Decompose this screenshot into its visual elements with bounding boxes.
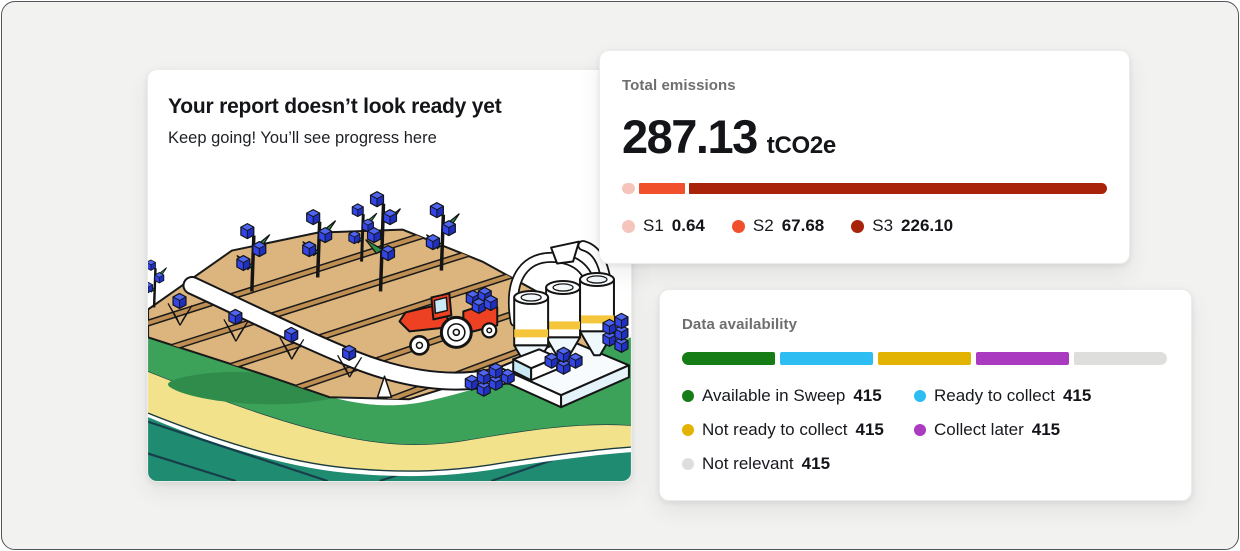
legend-item-s1: S1 0.64 [622,216,705,236]
legend-label: S1 [643,216,664,236]
collect-later-swatch-icon [914,424,926,436]
availability-bar-segment-ready [780,352,873,365]
legend-item-not-relevant: Not relevant 415 [682,454,914,474]
s1-swatch-icon [622,220,635,233]
legend-label: Ready to collect [934,386,1055,406]
legend-item-ready-to-collect: Ready to collect 415 [914,386,1169,406]
legend-label: Not relevant [702,454,794,474]
legend-value: 415 [856,420,884,440]
total-emissions-unit: tCO2e [767,132,836,160]
data-availability-title: Data availability [682,316,1169,333]
availability-bar-segment-collect-later [976,352,1069,365]
legend-label: Collect later [934,420,1024,440]
legend-value: 0.64 [672,216,705,236]
s3-swatch-icon [851,220,864,233]
legend-value: 415 [802,454,830,474]
availability-bar-segment-not-ready [878,352,971,365]
legend-label: Available in Sweep [702,386,845,406]
availability-legend: Available in Sweep 415 Ready to collect … [682,386,1169,474]
emissions-stacked-bar [622,183,1107,194]
total-emissions-value-row: 287.13 tCO2e [622,109,1107,164]
legend-value: 67.68 [782,216,825,236]
legend-item-not-ready-to-collect: Not ready to collect 415 [682,420,914,440]
available-in-sweep-swatch-icon [682,390,694,402]
s2-swatch-icon [732,220,745,233]
emissions-bar-segment-s1 [622,183,635,194]
report-title: Your report doesn’t look ready yet [168,95,611,119]
legend-value: 415 [1032,420,1060,440]
legend-item-available-in-sweep: Available in Sweep 415 [682,386,914,406]
total-emissions-title: Total emissions [622,77,1107,94]
report-subtitle: Keep going! You’ll see progress here [168,129,611,148]
legend-value: 415 [1063,386,1091,406]
availability-stacked-bar [682,352,1169,365]
legend-item-collect-later: Collect later 415 [914,420,1169,440]
report-empty-state-card: Your report doesn’t look ready yet Keep … [147,69,632,482]
ready-to-collect-swatch-icon [914,390,926,402]
emissions-legend: S1 0.64 S2 67.68 S3 226.10 [622,216,1107,236]
availability-bar-segment-not-relevant [1074,352,1167,365]
legend-label: S3 [872,216,893,236]
emissions-bar-segment-s2 [639,183,685,194]
total-emissions-value: 287.13 [622,109,757,164]
legend-value: 415 [853,386,881,406]
legend-value: 226.10 [901,216,953,236]
total-emissions-card: Total emissions 287.13 tCO2e S1 0.64 S2 … [599,50,1130,264]
not-relevant-swatch-icon [682,458,694,470]
not-ready-to-collect-swatch-icon [682,424,694,436]
legend-label: S2 [753,216,774,236]
legend-item-s2: S2 67.68 [732,216,824,236]
availability-bar-segment-available [682,352,775,365]
legend-label: Not ready to collect [702,420,848,440]
legend-item-s3: S3 226.10 [851,216,953,236]
data-availability-card: Data availability Available in Sweep 415… [659,289,1192,501]
emissions-bar-segment-s3 [689,183,1107,194]
app-canvas: Your report doesn’t look ready yet Keep … [1,1,1239,550]
